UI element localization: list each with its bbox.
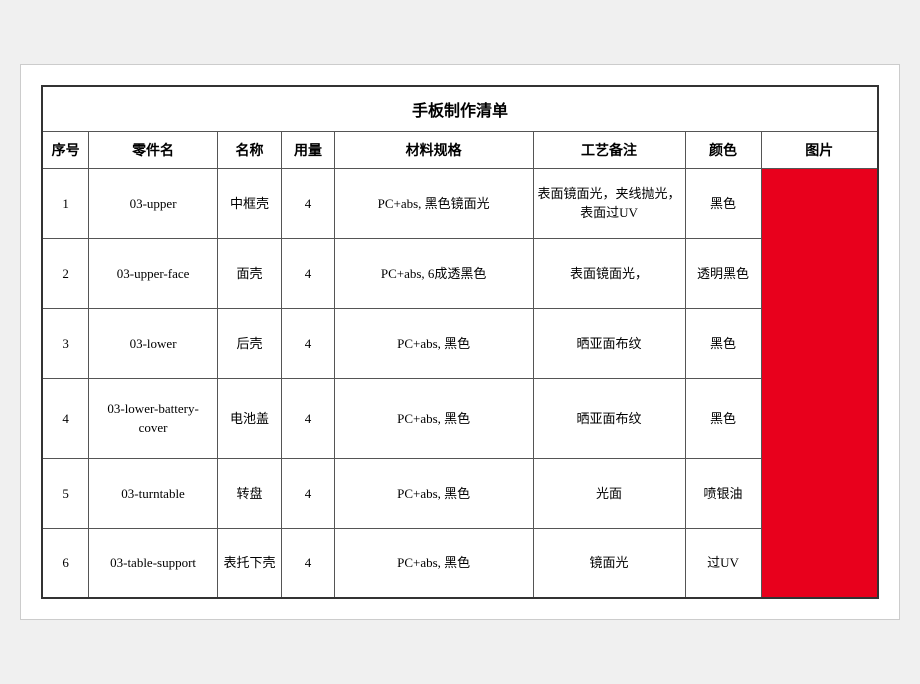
table-title: 手板制作清单 [42, 86, 878, 132]
cell-qty: 4 [282, 528, 335, 598]
header-spec: 材料规格 [334, 131, 533, 168]
cell-part-name: 后壳 [217, 308, 281, 378]
cell-color: 喷银油 [685, 458, 761, 528]
table-row: 603-table-support表托下壳4PC+abs, 黑色镜面光过UV [42, 528, 878, 598]
cell-image [761, 168, 878, 598]
cell-color: 黑色 [685, 168, 761, 238]
title-row: 手板制作清单 [42, 86, 878, 132]
cell-part-name: 面壳 [217, 238, 281, 308]
cell-part-code: 03-lower-battery-cover [89, 378, 218, 458]
cell-spec: PC+abs, 黑色 [334, 308, 533, 378]
header-row: 序号 零件名 名称 用量 材料规格 工艺备注 颜色 图片 [42, 131, 878, 168]
cell-part-name: 转盘 [217, 458, 281, 528]
cell-part-code: 03-upper [89, 168, 218, 238]
cell-seq: 6 [42, 528, 89, 598]
table-row: 303-lower后壳4PC+abs, 黑色晒亚面布纹黑色 [42, 308, 878, 378]
cell-seq: 3 [42, 308, 89, 378]
header-process: 工艺备注 [533, 131, 685, 168]
cell-spec: PC+abs, 黑色镜面光 [334, 168, 533, 238]
cell-qty: 4 [282, 458, 335, 528]
cell-process: 晒亚面布纹 [533, 378, 685, 458]
cell-part-name: 中框壳 [217, 168, 281, 238]
cell-process: 晒亚面布纹 [533, 308, 685, 378]
cell-part-code: 03-lower [89, 308, 218, 378]
cell-seq: 1 [42, 168, 89, 238]
cell-part-name: 电池盖 [217, 378, 281, 458]
header-image: 图片 [761, 131, 878, 168]
header-part-code: 零件名 [89, 131, 218, 168]
cell-color: 过UV [685, 528, 761, 598]
cell-qty: 4 [282, 168, 335, 238]
cell-color: 黑色 [685, 378, 761, 458]
cell-qty: 4 [282, 308, 335, 378]
header-color: 颜色 [685, 131, 761, 168]
page-wrapper: 手板制作清单 序号 零件名 名称 用量 材料规格 工艺备注 颜色 图片 103-… [20, 64, 900, 621]
header-seq: 序号 [42, 131, 89, 168]
cell-seq: 4 [42, 378, 89, 458]
table-row: 203-upper-face面壳4PC+abs, 6成透黑色表面镜面光，透明黑色 [42, 238, 878, 308]
main-table: 手板制作清单 序号 零件名 名称 用量 材料规格 工艺备注 颜色 图片 103-… [41, 85, 879, 600]
cell-process: 表面镜面光， [533, 238, 685, 308]
cell-process: 表面镜面光，夹线抛光，表面过UV [533, 168, 685, 238]
cell-spec: PC+abs, 6成透黑色 [334, 238, 533, 308]
header-part-name: 名称 [217, 131, 281, 168]
cell-spec: PC+abs, 黑色 [334, 528, 533, 598]
cell-part-code: 03-table-support [89, 528, 218, 598]
cell-part-name: 表托下壳 [217, 528, 281, 598]
cell-spec: PC+abs, 黑色 [334, 378, 533, 458]
cell-process: 光面 [533, 458, 685, 528]
table-body: 103-upper中框壳4PC+abs, 黑色镜面光表面镜面光，夹线抛光，表面过… [42, 168, 878, 598]
cell-spec: PC+abs, 黑色 [334, 458, 533, 528]
cell-color: 透明黑色 [685, 238, 761, 308]
cell-part-code: 03-turntable [89, 458, 218, 528]
table-row: 503-turntable转盘4PC+abs, 黑色光面喷银油 [42, 458, 878, 528]
cell-seq: 2 [42, 238, 89, 308]
cell-part-code: 03-upper-face [89, 238, 218, 308]
header-qty: 用量 [282, 131, 335, 168]
cell-color: 黑色 [685, 308, 761, 378]
cell-seq: 5 [42, 458, 89, 528]
cell-qty: 4 [282, 238, 335, 308]
table-row: 403-lower-battery-cover电池盖4PC+abs, 黑色晒亚面… [42, 378, 878, 458]
cell-qty: 4 [282, 378, 335, 458]
table-row: 103-upper中框壳4PC+abs, 黑色镜面光表面镜面光，夹线抛光，表面过… [42, 168, 878, 238]
cell-process: 镜面光 [533, 528, 685, 598]
